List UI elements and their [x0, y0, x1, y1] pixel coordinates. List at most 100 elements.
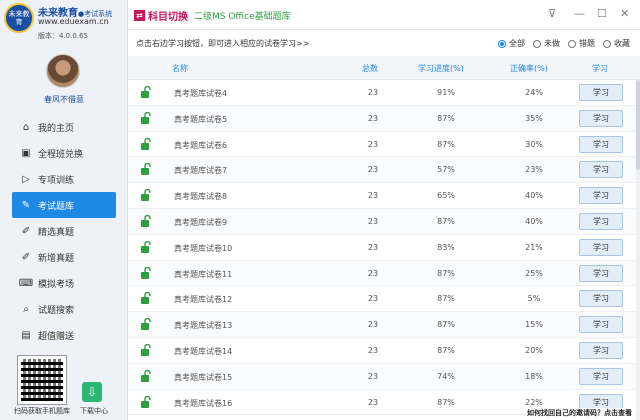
- sidebar-nav: ⌂ 我的主页 ▣ 全程班兑换 ▷ 专项训练 ✎ 考试题库 ✐ 精选真题 ✐ 新增真题 ⌨ 模拟考场 ⌕ 试题搜…: [0, 114, 128, 348]
- scrollbar[interactable]: [636, 80, 640, 420]
- study-button[interactable]: 学习: [579, 290, 623, 308]
- header-name: 名称: [172, 64, 188, 73]
- unlock-icon: [141, 137, 151, 150]
- study-button[interactable]: 学习: [579, 161, 623, 179]
- table-row: 真考题库试卷14 23 87% 20% 学习: [128, 338, 640, 364]
- close-icon[interactable]: ✕: [620, 7, 629, 20]
- sidebar-item-label: 专项训练: [38, 175, 75, 186]
- cell-progress: 91%: [437, 88, 455, 97]
- filter-bar: 点击右边学习按钮，即可进入相应的试卷学习>> 全部 未做 错题 收藏: [128, 30, 640, 56]
- sidebar-item-0[interactable]: ⌂ 我的主页: [12, 114, 116, 140]
- cell-rate: 40%: [525, 216, 543, 226]
- download-center-label[interactable]: 下载中心: [80, 406, 108, 416]
- cell-total: 23: [367, 88, 379, 97]
- hint-text: 点击右边学习按钮，即可进入相应的试卷学习>>: [136, 39, 310, 48]
- cell-progress: 65%: [437, 191, 455, 201]
- cell-progress: 87%: [437, 345, 455, 355]
- sidebar-item-label: 新增真题: [38, 253, 75, 264]
- brand-logo: 未来教育: [4, 3, 34, 33]
- header-total: 总数: [362, 64, 378, 73]
- cell-progress: 87%: [437, 113, 455, 123]
- sidebar-item-label: 模拟考场: [38, 279, 75, 290]
- cell-total: 23: [367, 397, 379, 407]
- radio-indicator[interactable]: [603, 39, 611, 48]
- study-button[interactable]: 学习: [579, 316, 623, 334]
- filter-radio-0[interactable]: 全部: [498, 38, 525, 49]
- cell-rate: 18%: [525, 371, 543, 381]
- sidebar-item-4[interactable]: ✐ 精选真题: [12, 218, 116, 244]
- cell-rate: 22%: [525, 397, 543, 407]
- subject-switch-button[interactable]: ⇄ 科目切换: [134, 8, 188, 23]
- filter-radio-1[interactable]: 未做: [533, 38, 560, 49]
- sidebar-item-3[interactable]: ✎ 考试题库: [12, 192, 116, 218]
- study-button[interactable]: 学习: [579, 212, 623, 230]
- sidebar-item-label: 考试题库: [38, 201, 75, 212]
- avatar[interactable]: [46, 54, 80, 88]
- scrollbar-thumb[interactable]: [636, 80, 640, 170]
- version-label: 版本：4.0.0.65: [38, 32, 88, 40]
- download-icon: ⇩: [86, 385, 98, 399]
- study-button[interactable]: 学习: [579, 84, 623, 101]
- cell-rate: 23%: [525, 165, 543, 175]
- pen-icon: ✐: [21, 251, 31, 263]
- study-button[interactable]: 学习: [579, 135, 623, 153]
- pen-icon: ✐: [21, 225, 31, 237]
- sidebar-item-7[interactable]: ⌕ 试题搜索: [12, 296, 116, 322]
- search-icon: ⌕: [23, 303, 29, 315]
- unlock-icon: [141, 343, 151, 356]
- table-row: 真考题库试卷13 23 87% 15% 学习: [128, 312, 640, 338]
- filter-radio-2[interactable]: 错题: [568, 38, 595, 49]
- header-progress: 学习进度(%): [418, 64, 464, 73]
- cell-name: 真考题库试卷16: [174, 398, 233, 408]
- radio-label: 全部: [509, 39, 525, 48]
- invite-code-help-link[interactable]: 如何找回自己的邀请码？点击查看: [525, 408, 634, 418]
- study-button[interactable]: 学习: [579, 367, 623, 385]
- cell-rate: 15%: [525, 320, 543, 330]
- maximize-icon[interactable]: ☐: [597, 7, 607, 20]
- sidebar-item-1[interactable]: ▣ 全程班兑换: [12, 140, 116, 166]
- cell-progress: 87%: [437, 294, 455, 304]
- cell-total: 23: [367, 191, 379, 201]
- table-row: 真考题库试卷15 23 74% 18% 学习: [128, 363, 640, 390]
- cell-rate: 20%: [525, 345, 543, 355]
- minimize-icon[interactable]: —: [574, 7, 585, 20]
- qr-code: [17, 355, 67, 405]
- unlock-icon: [141, 369, 151, 382]
- table-row: 真考题库试卷10 23 83% 21% 学习: [128, 235, 640, 261]
- sidebar-item-5[interactable]: ✐ 新增真题: [12, 244, 116, 270]
- cell-progress: 83%: [437, 242, 455, 252]
- download-center-button[interactable]: ⇩: [82, 382, 102, 402]
- radio-indicator[interactable]: [498, 39, 506, 48]
- cell-total: 23: [367, 345, 379, 355]
- sidebar-item-8[interactable]: ▤ 超值赠送: [12, 322, 116, 348]
- sidebar-item-6[interactable]: ⌨ 模拟考场: [12, 270, 116, 296]
- unlock-icon: [141, 266, 151, 279]
- header-action: 学习: [592, 64, 608, 73]
- study-button[interactable]: 学习: [579, 264, 623, 282]
- study-button[interactable]: 学习: [579, 109, 623, 127]
- cell-name: 真考题库试卷11: [174, 269, 233, 279]
- collapse-icon[interactable]: ⊽: [548, 7, 556, 20]
- keyboard-icon: ⌨: [18, 277, 34, 289]
- cell-name: 真考题库试卷13: [174, 321, 233, 331]
- cell-progress: 57%: [437, 165, 455, 175]
- cell-name: 真考题库试卷15: [174, 372, 233, 382]
- cell-total: 23: [367, 294, 379, 304]
- study-button[interactable]: 学习: [579, 187, 623, 205]
- cell-rate: 21%: [525, 242, 543, 252]
- filter-radio-3[interactable]: 收藏: [603, 38, 630, 49]
- cell-progress: 87%: [437, 397, 455, 407]
- study-button[interactable]: 学习: [579, 238, 623, 256]
- table-row: 真考题库试卷11 23 87% 25% 学习: [128, 260, 640, 287]
- table-row: 真考题库试卷12 23 87% 5% 学习: [128, 286, 640, 313]
- username[interactable]: 春风不借意: [0, 94, 128, 105]
- sidebar-item-2[interactable]: ▷ 专项训练: [12, 166, 116, 192]
- cell-name: 真考题库试卷10: [174, 243, 233, 253]
- radio-indicator[interactable]: [533, 39, 541, 48]
- switch-icon: ⇄: [134, 10, 145, 21]
- unlock-icon: [141, 395, 151, 408]
- study-button[interactable]: 学习: [579, 341, 623, 359]
- unlock-icon: [141, 318, 151, 331]
- radio-indicator[interactable]: [568, 39, 576, 48]
- table-row: 真考题库试卷9 23 87% 40% 学习: [128, 208, 640, 235]
